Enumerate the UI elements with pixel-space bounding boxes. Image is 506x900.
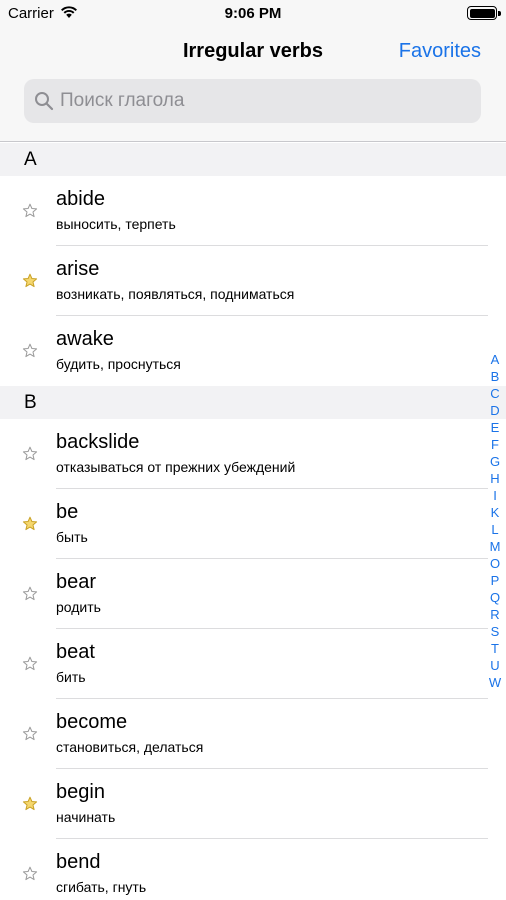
index-letter-f[interactable]: F (488, 436, 502, 453)
verb-row-beat[interactable]: beat бить (0, 629, 506, 699)
translation-label: начинать (56, 809, 116, 825)
verb-row-bend[interactable]: bend сгибать, гнуть (0, 839, 506, 900)
index-letter-l[interactable]: L (488, 521, 502, 538)
verb-row-backslide[interactable]: backslide отказываться от прежних убежден… (0, 419, 506, 489)
section-header-a: A (0, 143, 506, 176)
index-letter-h[interactable]: H (488, 470, 502, 487)
clock: 9:06 PM (224, 5, 282, 22)
verb-label: bear (56, 571, 97, 593)
verb-label: beat (56, 641, 95, 663)
verb-label: become (56, 711, 128, 733)
star-outline-icon[interactable] (22, 866, 38, 882)
index-letter-d[interactable]: D (488, 402, 502, 419)
verb-row-bear[interactable]: bear родить (0, 559, 506, 629)
star-outline-icon[interactable] (22, 586, 38, 602)
index-letter-m[interactable]: M (488, 538, 502, 555)
index-letter-s[interactable]: S (488, 623, 502, 640)
translation-label: сгибать, гнуть (56, 879, 147, 895)
translation-label: возникать, появляться, подниматься (56, 286, 295, 302)
index-letter-t[interactable]: T (488, 640, 502, 657)
translation-label: выносить, терпеть (56, 216, 176, 232)
translation-label: становиться, делаться (56, 739, 204, 755)
star-outline-icon[interactable] (22, 343, 38, 359)
star-outline-icon[interactable] (22, 203, 38, 219)
index-letter-b[interactable]: B (488, 368, 502, 385)
navigation-bar: Irregular verbs Favorites (0, 28, 506, 142)
verb-label: backslide (56, 431, 140, 453)
verb-row-awake[interactable]: awake будить, проснуться (0, 316, 506, 386)
index-letter-q[interactable]: Q (488, 589, 502, 606)
status-bar: Carrier 9:06 PM (0, 0, 506, 28)
verb-label: abide (56, 188, 105, 210)
section-letter: B (24, 392, 37, 413)
star-filled-icon[interactable] (22, 273, 38, 289)
translation-label: родить (56, 599, 101, 615)
index-letter-a[interactable]: A (488, 351, 502, 368)
verb-label: awake (56, 328, 114, 350)
verb-row-begin[interactable]: begin начинать (0, 769, 506, 839)
translation-label: быть (56, 529, 88, 545)
verb-label: be (56, 501, 79, 523)
index-letter-c[interactable]: C (488, 385, 502, 402)
verb-list[interactable]: Aabide выносить, терпеть arise возникать, п… (0, 143, 506, 900)
verb-row-become[interactable]: become становиться, делаться (0, 699, 506, 769)
index-letter-o[interactable]: O (488, 555, 502, 572)
index-letter-r[interactable]: R (488, 606, 502, 623)
star-outline-icon[interactable] (22, 446, 38, 462)
star-filled-icon[interactable] (22, 796, 38, 812)
verb-row-be[interactable]: be быть (0, 489, 506, 559)
verb-label: arise (56, 258, 100, 280)
index-letter-g[interactable]: G (488, 453, 502, 470)
translation-label: отказываться от прежних убеждений (56, 459, 296, 475)
section-letter: A (24, 149, 37, 170)
favorites-button[interactable]: Favorites (399, 40, 481, 63)
index-letter-p[interactable]: P (488, 572, 502, 589)
verb-row-abide[interactable]: abide выносить, терпеть (0, 176, 506, 246)
index-letter-u[interactable]: U (488, 657, 502, 674)
index-letter-w[interactable]: W (488, 674, 502, 691)
verb-label: bend (56, 851, 101, 873)
search-icon (35, 92, 54, 111)
star-outline-icon[interactable] (22, 656, 38, 672)
star-outline-icon[interactable] (22, 726, 38, 742)
translation-label: будить, проснуться (56, 356, 181, 372)
index-letter-k[interactable]: K (488, 504, 502, 521)
search-bar[interactable] (24, 79, 481, 123)
verb-label: begin (56, 781, 105, 803)
verb-row-arise[interactable]: arise возникать, появляться, подниматься (0, 246, 506, 316)
search-input[interactable] (60, 79, 470, 123)
index-letter-e[interactable]: E (488, 419, 502, 436)
battery-icon (467, 6, 501, 20)
section-index[interactable]: ABCDEFGHIKLMOPQRSTUW (488, 351, 502, 691)
index-letter-i[interactable]: I (488, 487, 502, 504)
translation-label: бить (56, 669, 86, 685)
section-header-b: B (0, 386, 506, 419)
star-filled-icon[interactable] (22, 516, 38, 532)
